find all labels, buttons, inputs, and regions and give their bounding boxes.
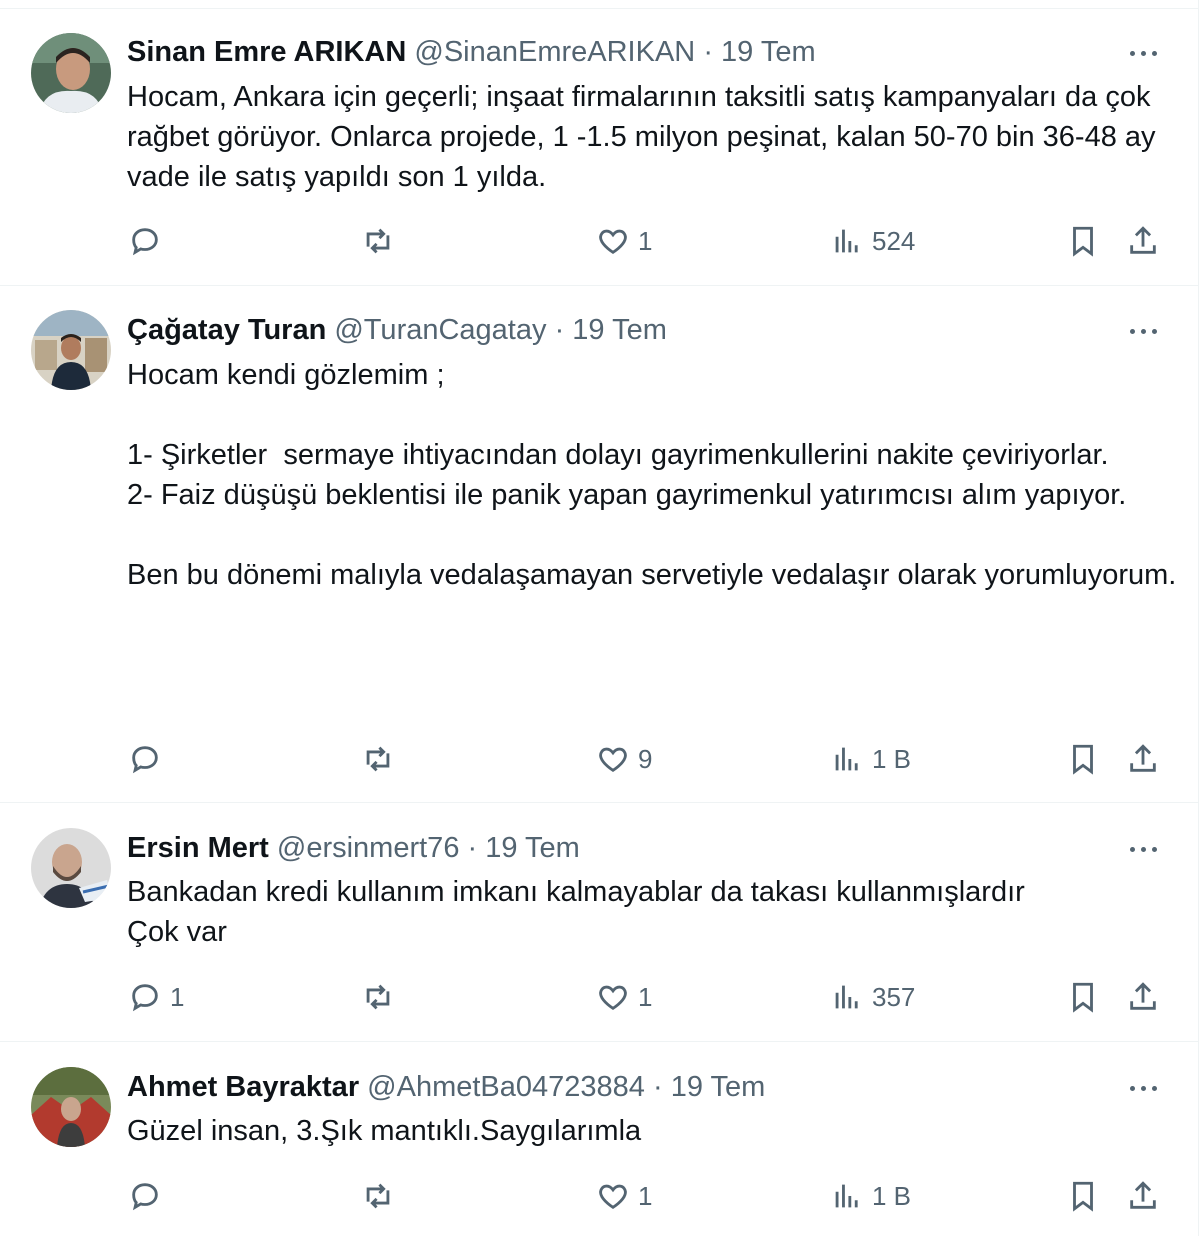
share-button[interactable]	[1126, 977, 1160, 1017]
share-icon	[1130, 226, 1156, 254]
timeline: Sinan Emre ARIKAN @SinanEmreARIKAN · 19 …	[0, 0, 1199, 1236]
tweet-text: Hocam kendi gözlemim ; 1- Şirketler serm…	[127, 359, 1177, 591]
share-icon	[1130, 1181, 1156, 1209]
share-icon	[1130, 982, 1156, 1010]
tweet-header: Ersin Mert @ersinmert76 · 19 Tem	[127, 828, 580, 868]
avatar[interactable]	[31, 828, 111, 908]
like-count: 1	[638, 225, 653, 256]
retweet-button[interactable]	[361, 221, 403, 261]
reply-icon	[132, 228, 158, 256]
views-icon	[835, 1184, 858, 1208]
views-icon	[835, 747, 858, 771]
avatar[interactable]	[31, 310, 111, 390]
like-icon	[599, 747, 627, 772]
retweet-icon	[366, 746, 390, 772]
timestamp[interactable]: 19 Tem	[721, 36, 816, 68]
views-button[interactable]: 1 B	[830, 739, 911, 779]
separator: ·	[467, 832, 478, 864]
tweet-text: Hocam, Ankara için geçerli; inşaat firma…	[127, 81, 1164, 193]
tweet[interactable]: Ersin Mert @ersinmert76 · 19 Tem Bankada…	[0, 803, 1198, 1042]
bookmark-button[interactable]	[1066, 977, 1100, 1017]
display-name[interactable]: Ersin Mert	[127, 832, 269, 864]
retweet-icon	[366, 984, 390, 1010]
like-icon	[599, 1184, 627, 1209]
handle[interactable]: @ersinmert76	[277, 832, 460, 864]
views-icon	[835, 985, 858, 1009]
bookmark-icon	[1073, 226, 1093, 257]
tweet-header: Ahmet Bayraktar @AhmetBa04723884 · 19 Te…	[127, 1067, 765, 1107]
reply-icon	[132, 984, 158, 1012]
share-button[interactable]	[1126, 221, 1160, 261]
tweet[interactable]: Sinan Emre ARIKAN @SinanEmreARIKAN · 19 …	[0, 9, 1198, 286]
bookmark-button[interactable]	[1066, 221, 1100, 261]
like-button[interactable]: 1	[596, 1176, 652, 1216]
reply-icon	[132, 746, 158, 774]
like-count: 9	[638, 743, 653, 774]
retweet-button[interactable]	[361, 977, 403, 1017]
handle[interactable]: @AhmetBa04723884	[367, 1071, 645, 1103]
like-button[interactable]: 1	[596, 221, 652, 261]
tweet-header: Sinan Emre ARIKAN @SinanEmreARIKAN · 19 …	[127, 32, 816, 72]
tweet-text: Bankadan kredi kullanım imkanı kalmayabl…	[127, 876, 1025, 948]
views-count: 1 B	[872, 1180, 912, 1211]
views-count: 524	[872, 225, 916, 256]
more-button[interactable]	[1124, 1068, 1164, 1108]
avatar-image	[31, 310, 111, 390]
separator: ·	[703, 36, 713, 68]
bookmark-button[interactable]	[1066, 1176, 1100, 1216]
avatar-image	[31, 33, 111, 113]
views-icon	[835, 229, 858, 253]
handle[interactable]: @SinanEmreARIKAN	[414, 36, 695, 68]
share-button[interactable]	[1126, 1176, 1160, 1216]
like-icon	[599, 229, 627, 254]
timestamp[interactable]: 19 Tem	[572, 314, 667, 346]
views-count: 1 B	[872, 743, 912, 774]
like-icon	[599, 985, 627, 1010]
retweet-icon	[366, 228, 390, 254]
like-button[interactable]: 1	[596, 977, 652, 1017]
share-icon	[1130, 744, 1156, 772]
like-button[interactable]: 9	[596, 739, 652, 779]
handle[interactable]: @TuranCagatay	[334, 314, 546, 346]
views-button[interactable]: 1 B	[830, 1176, 911, 1216]
retweet-icon	[366, 1183, 390, 1209]
avatar-image	[31, 828, 111, 908]
tweet-text: Güzel insan, 3.Şık mantıklı.Saygılarımla	[127, 1115, 642, 1147]
tweet-header: Çağatay Turan @TuranCagatay · 19 Tem	[127, 310, 667, 350]
views-button[interactable]: 357	[830, 977, 915, 1017]
retweet-button[interactable]	[361, 739, 403, 779]
display-name[interactable]: Çağatay Turan	[127, 314, 326, 346]
avatar[interactable]	[31, 33, 111, 113]
views-count: 357	[872, 981, 916, 1012]
more-button[interactable]	[1124, 829, 1164, 869]
more-button[interactable]	[1124, 33, 1164, 73]
reply-button[interactable]	[128, 739, 170, 779]
like-count: 1	[638, 981, 653, 1012]
reply-button[interactable]	[128, 221, 170, 261]
timestamp[interactable]: 19 Tem	[671, 1071, 766, 1103]
bookmark-button[interactable]	[1066, 739, 1100, 779]
tweet[interactable]: Çağatay Turan @TuranCagatay · 19 Tem Hoc…	[0, 286, 1198, 803]
separator: ·	[653, 1071, 663, 1103]
share-button[interactable]	[1126, 739, 1160, 779]
tweet[interactable]: Ahmet Bayraktar @AhmetBa04723884 · 19 Te…	[0, 1042, 1198, 1236]
reply-icon	[132, 1183, 158, 1211]
bookmark-icon	[1073, 1181, 1093, 1212]
reply-button[interactable]	[128, 1176, 170, 1216]
avatar[interactable]	[31, 1067, 111, 1147]
retweet-button[interactable]	[361, 1176, 403, 1216]
display-name[interactable]: Sinan Emre ARIKAN	[127, 36, 406, 68]
more-button[interactable]	[1124, 311, 1164, 351]
separator: ·	[554, 314, 565, 346]
avatar-image	[31, 1067, 111, 1147]
reply-button[interactable]: 1	[128, 977, 184, 1017]
views-button[interactable]: 524	[830, 221, 915, 261]
reply-count: 1	[170, 981, 185, 1012]
bookmark-icon	[1073, 982, 1093, 1013]
like-count: 1	[638, 1180, 653, 1211]
timestamp[interactable]: 19 Tem	[485, 832, 580, 864]
bookmark-icon	[1073, 744, 1093, 775]
display-name[interactable]: Ahmet Bayraktar	[127, 1071, 359, 1103]
